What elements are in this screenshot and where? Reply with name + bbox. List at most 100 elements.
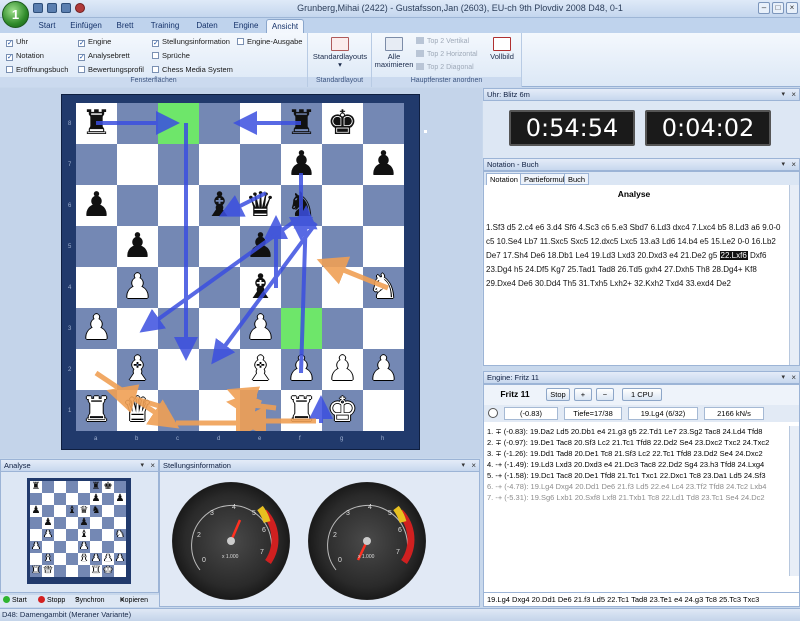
checkbox-stellungsinformation[interactable]: ✓ Stellungsinformation <box>152 37 230 47</box>
close-icon[interactable]: × <box>471 460 476 471</box>
mini-square[interactable] <box>90 517 102 529</box>
add-line-button[interactable]: + <box>574 388 592 401</box>
mini-square[interactable]: ♞ <box>90 505 102 517</box>
white-pawn-icon[interactable]: ♟ <box>92 553 101 564</box>
white-rook-icon[interactable]: ♜ <box>92 565 101 576</box>
square-h5[interactable] <box>363 226 404 267</box>
square-f5[interactable] <box>281 226 322 267</box>
square-b3[interactable] <box>117 308 158 349</box>
checkbox-eroeffnungsbuch[interactable]: Eröffnungsbuch <box>6 65 68 74</box>
square-g8[interactable]: ♚ <box>322 103 363 144</box>
maximize-all-button[interactable]: Alle maximieren <box>374 37 414 69</box>
engine-options-icon[interactable] <box>488 408 498 418</box>
stopp-button[interactable]: Stopp <box>38 595 65 607</box>
square-b6[interactable] <box>117 185 158 226</box>
mini-square[interactable] <box>42 493 54 505</box>
mini-square[interactable] <box>102 541 114 553</box>
black-rook-icon[interactable]: ♜ <box>92 481 101 492</box>
standardlayouts-button[interactable]: Standardlayouts ▾ <box>312 37 368 69</box>
black-king-icon[interactable]: ♚ <box>104 481 113 492</box>
mini-square[interactable] <box>78 481 90 493</box>
white-rook-icon[interactable]: ♜ <box>76 390 117 431</box>
black-king-icon[interactable]: ♚ <box>322 103 363 144</box>
white-pawn-icon[interactable]: ♟ <box>117 267 158 308</box>
square-d2[interactable] <box>199 349 240 390</box>
square-f8[interactable]: ♜ <box>281 103 322 144</box>
mini-square[interactable]: ♚ <box>102 481 114 493</box>
engine-line[interactable]: 4. -+ (-1.49): 19.Ld3 Lxd3 20.Dxd3 e4 21… <box>487 459 787 470</box>
mini-square[interactable] <box>54 481 66 493</box>
square-b7[interactable] <box>117 144 158 185</box>
square-d3[interactable] <box>199 308 240 349</box>
white-queen-icon[interactable]: ♛ <box>44 565 53 576</box>
black-pawn-icon[interactable]: ♟ <box>116 493 125 504</box>
square-b8[interactable] <box>117 103 158 144</box>
mini-square[interactable] <box>90 541 102 553</box>
mini-square[interactable]: ♜ <box>30 565 42 577</box>
pin-icon[interactable]: ▾ <box>140 460 144 471</box>
pin-icon[interactable]: ▾ <box>781 159 785 170</box>
black-pawn-icon[interactable]: ♟ <box>363 144 404 185</box>
mini-square[interactable]: ♟ <box>90 493 102 505</box>
square-a2[interactable] <box>76 349 117 390</box>
close-icon[interactable]: × <box>150 460 155 471</box>
square-b2[interactable]: ♝ <box>117 349 158 390</box>
square-a5[interactable] <box>76 226 117 267</box>
square-g1[interactable]: ♚ <box>322 390 363 431</box>
mini-square[interactable] <box>102 493 114 505</box>
mini-square[interactable] <box>54 529 66 541</box>
white-pawn-icon[interactable]: ♟ <box>76 308 117 349</box>
white-knight-icon[interactable]: ♞ <box>363 267 404 308</box>
white-knight-icon[interactable]: ♞ <box>116 529 125 540</box>
mini-square[interactable] <box>102 505 114 517</box>
mini-square[interactable] <box>114 481 126 493</box>
square-h6[interactable] <box>363 185 404 226</box>
white-pawn-icon[interactable]: ♟ <box>32 541 41 552</box>
black-rook-icon[interactable]: ♜ <box>76 103 117 144</box>
mini-square[interactable]: ♟ <box>30 541 42 553</box>
tab-brett[interactable]: Brett <box>112 19 138 33</box>
black-pawn-icon[interactable]: ♟ <box>32 505 41 516</box>
mini-square[interactable]: ♟ <box>42 529 54 541</box>
mini-square[interactable]: ♝ <box>66 505 78 517</box>
mini-square[interactable]: ♟ <box>114 493 126 505</box>
mini-square[interactable] <box>66 529 78 541</box>
white-pawn-icon[interactable]: ♟ <box>322 349 363 390</box>
square-f3[interactable] <box>281 308 322 349</box>
black-knight-icon[interactable]: ♞ <box>281 185 322 226</box>
black-queen-icon[interactable]: ♛ <box>80 505 89 516</box>
mini-square[interactable] <box>66 541 78 553</box>
mini-square[interactable]: ♟ <box>42 517 54 529</box>
white-bishop-icon[interactable]: ♝ <box>44 553 53 564</box>
white-pawn-icon[interactable]: ♟ <box>363 349 404 390</box>
mini-square[interactable] <box>42 481 54 493</box>
checkbox-sprueche[interactable]: Sprüche <box>152 51 190 60</box>
mini-square[interactable] <box>66 481 78 493</box>
black-rook-icon[interactable]: ♜ <box>32 481 41 492</box>
square-c3[interactable] <box>158 308 199 349</box>
square-d5[interactable] <box>199 226 240 267</box>
checkbox-engine[interactable]: ✓ Engine <box>78 37 111 47</box>
current-move[interactable]: 22.Lxf6 <box>719 251 748 260</box>
mini-square[interactable] <box>78 493 90 505</box>
black-pawn-icon[interactable]: ♟ <box>281 144 322 185</box>
black-bishop-icon[interactable]: ♝ <box>199 185 240 226</box>
square-e5[interactable]: ♟ <box>240 226 281 267</box>
white-pawn-icon[interactable]: ♟ <box>80 541 89 552</box>
mini-square[interactable]: ♟ <box>78 517 90 529</box>
mini-square[interactable] <box>54 565 66 577</box>
mini-square[interactable] <box>42 505 54 517</box>
tab-einfuegen[interactable]: Einfügen <box>67 19 105 33</box>
mini-square[interactable] <box>66 493 78 505</box>
engine-line[interactable]: 2. ∓ (-0.97): 19.De1 Tac8 20.Sf3 Lc2 21.… <box>487 437 787 448</box>
mini-square[interactable] <box>30 493 42 505</box>
square-b1[interactable]: ♛ <box>117 390 158 431</box>
mini-square[interactable] <box>114 541 126 553</box>
mini-square[interactable] <box>54 505 66 517</box>
mini-square[interactable] <box>90 529 102 541</box>
notation-scrollbar[interactable] <box>789 185 799 365</box>
square-b5[interactable]: ♟ <box>117 226 158 267</box>
top2-horizontal-button[interactable]: Top 2 Horizontal <box>416 50 478 58</box>
square-e8[interactable] <box>240 103 281 144</box>
square-c7[interactable] <box>158 144 199 185</box>
